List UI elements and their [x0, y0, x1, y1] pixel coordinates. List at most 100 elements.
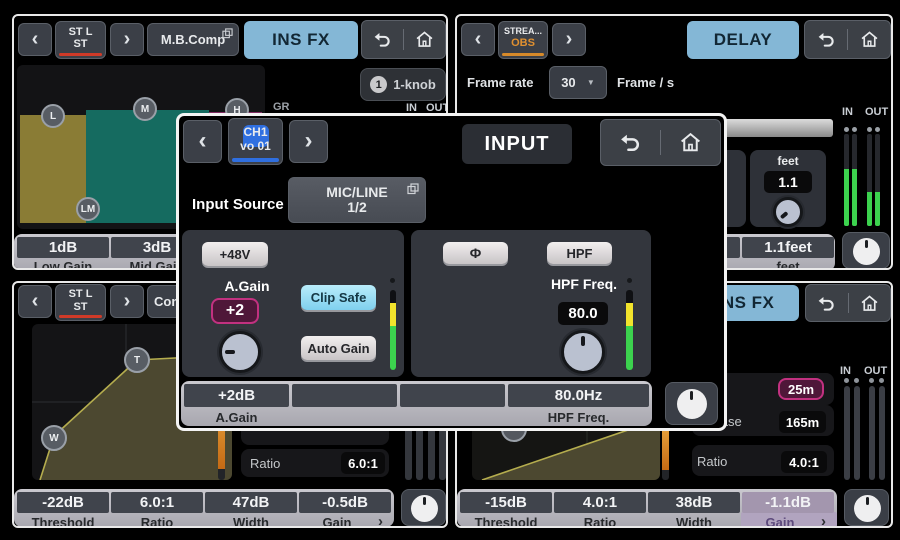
param-cell-width[interactable]: 38dB: [648, 492, 740, 513]
prev-channel-button[interactable]: ‹: [461, 23, 495, 56]
next-channel-button[interactable]: ›: [110, 23, 144, 56]
undo-icon[interactable]: [366, 21, 400, 58]
nav-group: [805, 284, 891, 322]
hpf-knob[interactable]: [561, 330, 605, 374]
param-cell-threshold[interactable]: -22dB: [17, 492, 109, 513]
copy-icon: [407, 183, 419, 195]
phantom-48v-button[interactable]: +48V: [202, 242, 268, 266]
again-value[interactable]: +2: [211, 298, 259, 324]
home-icon[interactable]: [852, 21, 886, 58]
feet-value[interactable]: 1.1: [764, 171, 812, 193]
prev-channel-button[interactable]: ‹: [18, 23, 52, 56]
prev-channel-button[interactable]: ‹: [18, 285, 52, 318]
frame-rate-dropdown[interactable]: 30 ▼: [549, 66, 607, 99]
again-knob[interactable]: [219, 331, 261, 373]
more-params-icon[interactable]: ›: [821, 513, 826, 528]
param-cell[interactable]: [292, 384, 397, 407]
again-section: +48V A.Gain +2 Clip Safe Auto Gain: [182, 230, 404, 377]
param-cell-gain[interactable]: -0.5dB: [299, 492, 391, 513]
on-screen-knob[interactable]: [844, 489, 889, 526]
param-cell-ratio[interactable]: 6.0:1: [111, 492, 203, 513]
attack-value[interactable]: 25m: [778, 378, 824, 400]
home-icon[interactable]: [852, 285, 886, 321]
undo-icon[interactable]: [809, 21, 843, 58]
band-knob-lm[interactable]: LM: [76, 197, 100, 221]
meter-out-l: [869, 386, 875, 480]
clip-dot: [627, 278, 632, 283]
meter-in-l: [844, 134, 849, 226]
channel-color-bar: [59, 315, 102, 318]
console-screen: ‹ ST L ST › M.B.Comp INS FX L M H LM GR …: [0, 0, 900, 540]
hpf-freq-value[interactable]: 80.0: [558, 302, 608, 325]
feet-knob[interactable]: [773, 197, 803, 227]
param-cell[interactable]: 1.1feet: [742, 237, 834, 258]
level-meter: [626, 290, 633, 370]
channel-select-button[interactable]: CH1 vo 01: [228, 118, 283, 165]
channel-name: CH1: [243, 126, 267, 139]
param-cell-hpf[interactable]: 80.0Hz: [508, 384, 649, 407]
hpf-section: Φ HPF HPF Freq. 80.0: [411, 230, 651, 377]
channel-name2: vo 01: [240, 140, 271, 153]
on-screen-knob[interactable]: [665, 382, 718, 425]
delay-feet-box: feet 1.1: [750, 150, 826, 227]
undo-icon[interactable]: [614, 120, 648, 165]
clip-safe-button[interactable]: Clip Safe: [301, 285, 376, 310]
chevron-down-icon: ▼: [587, 78, 595, 87]
width-knob[interactable]: W: [41, 425, 67, 451]
meter-out-r: [879, 386, 885, 480]
on-screen-knob[interactable]: [401, 489, 446, 526]
ratio-value[interactable]: 6.0:1: [341, 452, 385, 474]
param-cell-again[interactable]: +2dB: [184, 384, 289, 407]
out-label: OUT: [864, 365, 887, 377]
tab-insfx[interactable]: INS FX: [244, 21, 358, 59]
threshold-knob[interactable]: T: [124, 347, 150, 373]
one-knob-badge: 1: [370, 76, 387, 93]
library-button[interactable]: M.B.Comp: [147, 23, 239, 56]
undo-icon[interactable]: [810, 285, 844, 321]
param-label: Threshold: [17, 515, 109, 528]
input-source-button[interactable]: MIC/LINE 1/2: [288, 177, 426, 223]
channel-select-button[interactable]: ST L ST: [55, 21, 106, 59]
release-value[interactable]: 165m: [779, 411, 826, 433]
home-icon[interactable]: [408, 21, 442, 58]
in-label: IN: [840, 365, 851, 377]
tab-delay[interactable]: DELAY: [687, 21, 799, 59]
param-cell[interactable]: 1dB: [17, 237, 109, 258]
meter-out-r: [875, 134, 880, 226]
param-cell-ratio[interactable]: 4.0:1: [554, 492, 646, 513]
param-cell-threshold[interactable]: -15dB: [460, 492, 552, 513]
nav-group: [361, 20, 446, 59]
param-label: Gain: [291, 515, 383, 528]
band-knob-m[interactable]: M: [133, 97, 157, 121]
page-title: INPUT: [462, 124, 572, 164]
peak-dot: [852, 127, 857, 132]
channel-select-button[interactable]: STREA... OBS: [498, 21, 548, 59]
nav-group: [804, 20, 891, 59]
next-channel-button[interactable]: ›: [110, 285, 144, 318]
hpf-button[interactable]: HPF: [547, 242, 612, 264]
param-label: Gain: [734, 515, 826, 528]
again-label: A.Gain: [212, 278, 282, 294]
param-label: Width: [205, 515, 297, 528]
next-channel-button[interactable]: ›: [552, 23, 586, 56]
more-params-icon[interactable]: ›: [378, 513, 383, 528]
band-knob-l[interactable]: L: [41, 104, 65, 128]
channel-select-button[interactable]: ST L ST: [55, 284, 106, 321]
param-label: Ratio: [554, 515, 646, 528]
prev-channel-button[interactable]: ‹: [183, 120, 222, 163]
next-channel-button[interactable]: ›: [289, 120, 328, 163]
frame-rate-unit: Frame / s: [617, 75, 674, 90]
phase-button[interactable]: Φ: [443, 242, 508, 264]
peak-dot: [867, 127, 872, 132]
ratio-value[interactable]: 4.0:1: [781, 451, 827, 473]
param-cell-gain[interactable]: -1.1dB: [742, 492, 834, 513]
on-screen-knob[interactable]: [842, 232, 890, 269]
home-icon[interactable]: [674, 120, 708, 165]
input-dialog: ‹ CH1 vo 01 › INPUT Input Source MIC/LIN…: [176, 113, 727, 431]
one-knob-button[interactable]: 1 1-knob: [360, 68, 446, 101]
param-cell-width[interactable]: 47dB: [205, 492, 297, 513]
clip-dot: [390, 278, 395, 283]
copy-icon: [222, 28, 233, 39]
param-cell[interactable]: [400, 384, 505, 407]
auto-gain-button[interactable]: Auto Gain: [301, 336, 376, 360]
